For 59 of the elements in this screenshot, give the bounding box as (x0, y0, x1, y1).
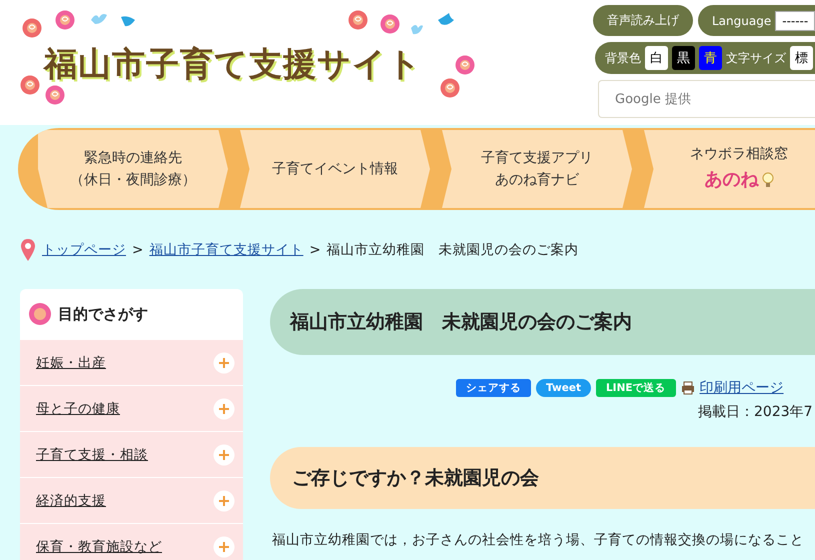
background-color-label: 背景色 (605, 50, 641, 66)
flower-icon (20, 75, 40, 95)
site-title: 福山市子育て支援サイト (44, 43, 422, 85)
font-size-button[interactable]: 標 (790, 46, 813, 70)
flower-icon (455, 55, 475, 75)
bird-icon (410, 22, 424, 36)
background-color-button[interactable]: 青 (699, 46, 722, 70)
sidebar-item[interactable]: 経済的支援 (20, 477, 243, 523)
section-heading: ご存じですか？未就園児の会 (270, 447, 815, 509)
flower-icon (440, 78, 460, 98)
plus-icon[interactable] (213, 444, 235, 466)
sidebar-item[interactable]: 保育・教育施設など (20, 523, 243, 560)
sidebar-link[interactable]: 妊娠・出産 (36, 354, 106, 372)
plus-icon[interactable] (213, 536, 235, 558)
flower-icon (380, 14, 400, 34)
background-color-button[interactable]: 白 (645, 46, 668, 70)
nav-link[interactable]: 緊急時の連絡先 （休日・夜間診療） (38, 130, 228, 208)
search-field[interactable]: Google 提供 (598, 80, 815, 118)
nav-link[interactable]: ネウボラ相談窓 あのね (644, 130, 815, 208)
sidebar-link[interactable]: 経済的支援 (36, 492, 106, 510)
lightbulb-icon (762, 172, 774, 188)
flower-icon (28, 302, 52, 326)
page-title: 福山市立幼稚園 未就園児の会のご案内 (270, 289, 815, 355)
printer-icon (680, 381, 695, 395)
share-button[interactable]: シェアする (456, 379, 531, 397)
language-select[interactable]: ------ (775, 10, 815, 30)
sidebar-link[interactable]: 母と子の健康 (36, 400, 120, 418)
body-paragraph: 福山市立幼稚園では，お子さんの社会性を培う場、子育ての情報交換の場になること (272, 531, 805, 549)
bird-icon (437, 12, 455, 28)
breadcrumb-separator: > (132, 242, 144, 258)
location-pin-icon (20, 238, 36, 262)
plus-icon[interactable] (213, 352, 235, 374)
breadcrumb-link[interactable]: 福山市子育て支援サイト (149, 241, 304, 259)
sidebar-heading-text: 目的でさがす (58, 304, 148, 324)
nav-link[interactable]: 子育て支援アプリ あのね育ナビ (442, 130, 632, 208)
sidebar-item[interactable]: 妊娠・出産 (20, 339, 243, 385)
publish-date: 掲載日：2023年7 (698, 403, 814, 421)
sidebar-link[interactable]: 保育・教育施設など (36, 538, 162, 556)
flower-icon (45, 85, 65, 105)
nav-link[interactable]: 子育てイベント情報 (240, 130, 430, 208)
read-aloud-button[interactable]: 音声読み上げ (593, 5, 693, 36)
font-size-label: 文字サイズ (726, 50, 786, 66)
flower-icon (55, 10, 75, 30)
flower-icon (348, 10, 368, 30)
plus-icon[interactable] (213, 398, 235, 420)
sidebar-item[interactable]: 子育て支援・相談 (20, 431, 243, 477)
sidebar-link[interactable]: 子育て支援・相談 (36, 446, 148, 464)
bird-icon (90, 12, 108, 26)
plus-icon[interactable] (213, 490, 235, 512)
breadcrumb-link[interactable]: トップページ (42, 241, 126, 259)
sidebar-item[interactable]: 母と子の健康 (20, 385, 243, 431)
bird-icon (120, 14, 136, 28)
language-label: Language (712, 14, 772, 28)
background-color-button[interactable]: 黒 (672, 46, 695, 70)
breadcrumb-current: 福山市立幼稚園 未就園児の会のご案内 (326, 241, 579, 259)
site-logo[interactable]: 福山市子育て支援サイト (0, 0, 470, 125)
breadcrumb-separator: > (309, 242, 321, 258)
print-page-link[interactable]: 印刷用ページ (700, 379, 784, 397)
flower-icon (22, 18, 42, 38)
